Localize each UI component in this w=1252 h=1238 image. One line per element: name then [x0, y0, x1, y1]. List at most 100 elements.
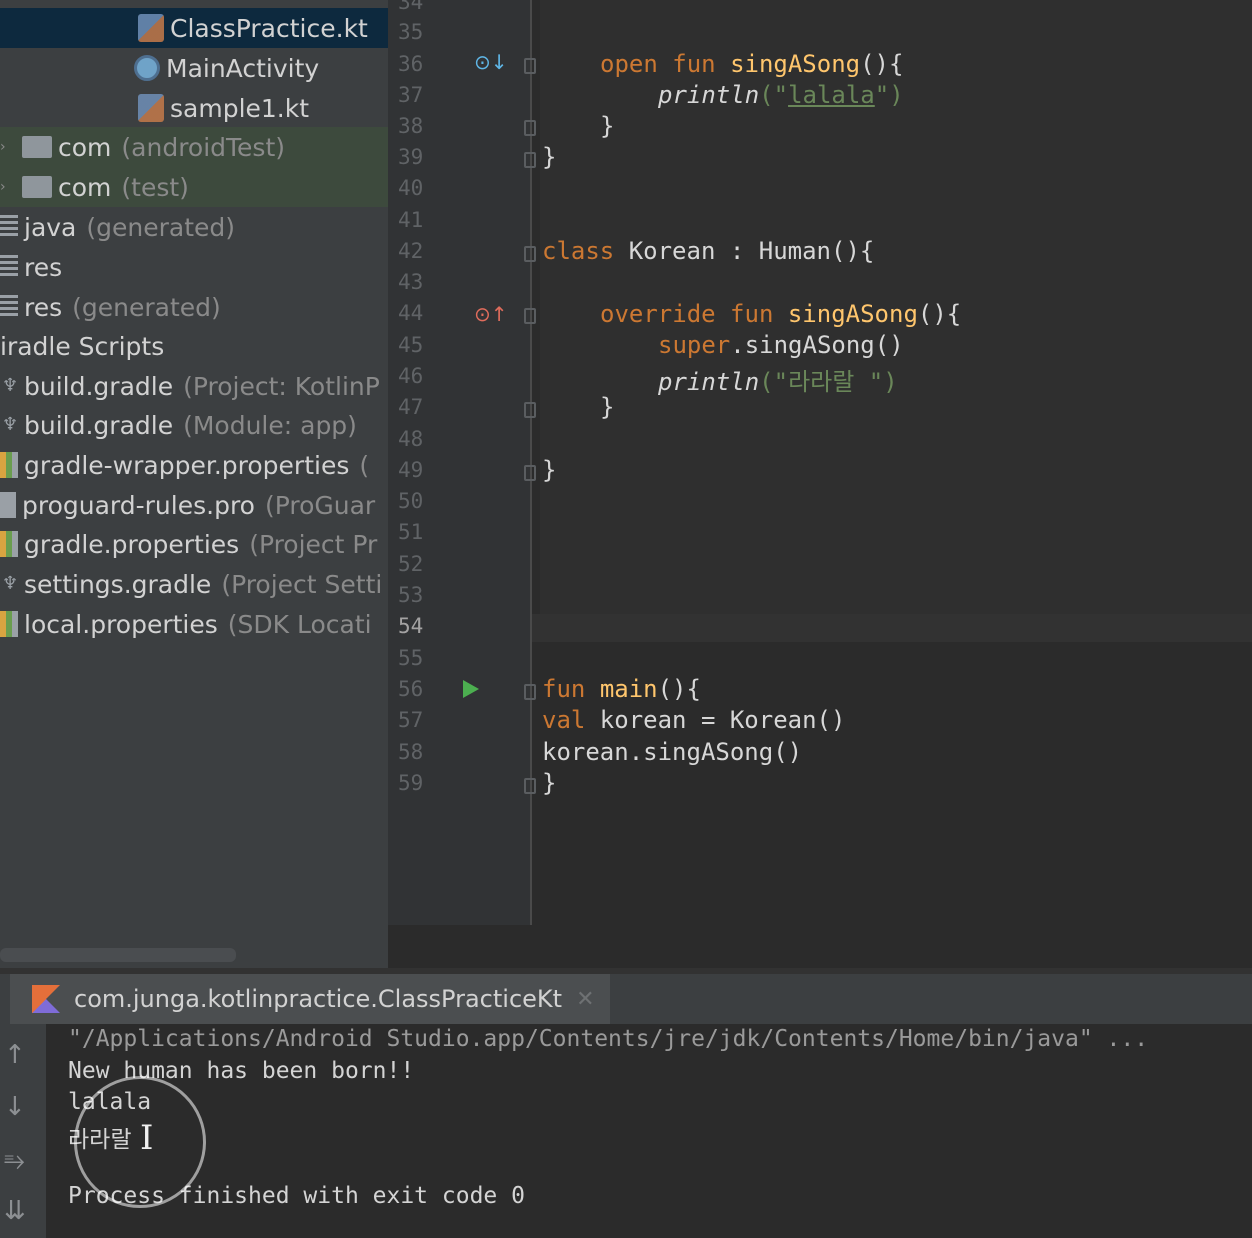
line-number: 37 — [398, 83, 424, 107]
code-text: Korean : Human(){ — [614, 237, 875, 265]
gradle-icon: ♆ — [2, 573, 19, 594]
overriding-method-icon[interactable]: ⊙↑ — [474, 302, 508, 326]
chevron-right-icon[interactable]: › — [0, 179, 18, 195]
fold-icon[interactable] — [524, 246, 536, 262]
line-number: 48 — [398, 427, 424, 451]
scroll-to-end-icon[interactable]: ⇊ — [4, 1196, 26, 1226]
code-line-57[interactable]: val korean = Korean() — [542, 706, 845, 734]
tree-item-label: com — [58, 132, 112, 162]
keyword: super — [658, 331, 731, 359]
arrow-down-icon[interactable]: ↓ — [4, 1092, 26, 1122]
code-line-42[interactable]: class Korean : Human(){ — [542, 237, 874, 265]
current-line-highlight — [532, 614, 1252, 642]
fold-icon[interactable] — [524, 120, 536, 136]
string-literal: (" — [759, 81, 789, 109]
keyword: val — [542, 706, 586, 734]
line-number: 39 — [398, 145, 424, 169]
line-number: 57 — [398, 708, 424, 732]
line-number: 35 — [398, 20, 424, 44]
text-cursor-icon: I — [140, 1118, 154, 1158]
line-number: 56 — [398, 677, 424, 701]
code-line-37[interactable]: println("lalala") — [658, 81, 904, 109]
arrow-up-icon[interactable]: ↑ — [4, 1040, 26, 1070]
close-icon[interactable]: ✕ — [576, 987, 594, 1012]
run-toolbar: ↑ ↓ ⥱ ⇊ — [0, 1024, 46, 1238]
code-line-47[interactable]: } — [600, 393, 614, 421]
line-number: 59 — [398, 771, 424, 795]
code-text: .singASong() — [730, 331, 904, 359]
kotlin-icon — [32, 985, 60, 1013]
fold-icon[interactable] — [524, 684, 536, 700]
keyword: fun — [542, 675, 586, 703]
code-line-39[interactable]: } — [542, 143, 556, 171]
tree-item-label: local.properties — [24, 609, 218, 639]
chevron-right-icon[interactable]: › — [0, 139, 18, 155]
code-line-56[interactable]: fun main(){ — [542, 675, 701, 703]
tree-item-settings-gradle[interactable]: ♆ settings.gradle (Project Setti — [0, 564, 388, 604]
tree-item-sample1[interactable]: sample1.kt — [0, 88, 388, 128]
string-literal: lalala — [788, 81, 875, 109]
line-number: 58 — [398, 740, 424, 764]
tree-item-label: settings.gradle — [24, 569, 212, 599]
tree-item-hint: ( — [359, 450, 370, 480]
properties-icon — [0, 531, 18, 557]
code-line-44[interactable]: override fun singASong(){ — [600, 300, 961, 328]
run-icon[interactable] — [463, 680, 479, 698]
tree-item-label: build.gradle — [24, 410, 174, 440]
tree-item-gradle-wrapper-properties[interactable]: gradle-wrapper.properties ( — [0, 445, 388, 485]
tree-item-java-generated[interactable]: java (generated) — [0, 207, 388, 247]
code-line-36[interactable]: open fun singASong(){ — [600, 50, 903, 78]
folder-icon — [22, 176, 52, 198]
res-folder-icon — [0, 295, 18, 319]
soft-wrap-icon[interactable]: ⥱ — [4, 1146, 25, 1177]
tree-item-mainactivity[interactable]: MainActivity — [0, 48, 388, 88]
fold-icon[interactable] — [524, 152, 536, 168]
tree-item-label: MainActivity — [166, 53, 320, 83]
activity-icon — [134, 55, 160, 81]
fold-icon[interactable] — [524, 402, 536, 418]
code-line-46[interactable]: println("라라랄 ") — [658, 362, 898, 397]
tree-item-res[interactable]: res — [0, 247, 388, 287]
overridden-method-icon[interactable]: ⊙↓ — [474, 50, 508, 74]
code-line-38[interactable]: } — [600, 112, 614, 140]
tree-item-classpractice[interactable]: ClassPractice.kt — [0, 8, 388, 48]
tree-item-com-androidtest[interactable]: › com (androidTest) — [0, 127, 388, 167]
tree-item-label: java — [24, 212, 77, 242]
fold-icon[interactable] — [524, 778, 536, 794]
kotlin-file-icon — [138, 94, 164, 122]
line-number: 40 — [398, 176, 424, 200]
tree-item-hint: (generated) — [72, 292, 221, 322]
fold-icon[interactable] — [524, 308, 536, 324]
tree-item-com-test[interactable]: › com (test) — [0, 167, 388, 207]
tree-item-local-properties[interactable]: local.properties (SDK Locati — [0, 604, 388, 644]
tree-item-res-generated[interactable]: res (generated) — [0, 287, 388, 327]
run-tab-label: com.junga.kotlinpractice.ClassPracticeKt — [74, 985, 563, 1013]
tree-item-gradle-properties[interactable]: gradle.properties (Project Pr — [0, 524, 388, 564]
tree-item-label: sample1.kt — [170, 93, 310, 123]
properties-icon — [0, 452, 18, 478]
tree-item-build-gradle-project[interactable]: ♆ build.gradle (Project: KotlinP — [0, 366, 388, 406]
code-line-58[interactable]: korean.singASong() — [542, 738, 802, 766]
keyword: fun — [672, 50, 716, 78]
tree-item-gradle-scripts[interactable]: iradle Scripts — [0, 326, 388, 366]
keyword: class — [542, 237, 615, 265]
horizontal-scrollbar[interactable] — [0, 948, 236, 962]
tree-item-build-gradle-module[interactable]: ♆ build.gradle (Module: app) — [0, 405, 388, 445]
res-folder-icon — [0, 255, 18, 279]
line-number: 41 — [398, 208, 424, 232]
tree-item-hint: (test) — [121, 172, 189, 202]
fold-icon[interactable] — [524, 465, 536, 481]
code-line-49[interactable]: } — [542, 456, 556, 484]
code-line-45[interactable]: super.singASong() — [658, 331, 904, 359]
run-tab[interactable]: com.junga.kotlinpractice.ClassPracticeKt… — [10, 974, 610, 1024]
tree-item-label: iradle Scripts — [0, 331, 165, 361]
function-call: println — [658, 81, 760, 109]
line-number: 34 — [398, 0, 424, 14]
fold-icon[interactable] — [524, 58, 536, 74]
tree-item-proguard-rules[interactable]: proguard-rules.pro (ProGuar — [0, 485, 388, 525]
code-line-59[interactable]: } — [542, 769, 556, 797]
tree-item-label: gradle.properties — [24, 529, 240, 559]
properties-icon — [0, 611, 18, 637]
line-number: 51 — [398, 520, 424, 544]
tree-item-hint: (SDK Locati — [227, 609, 372, 639]
